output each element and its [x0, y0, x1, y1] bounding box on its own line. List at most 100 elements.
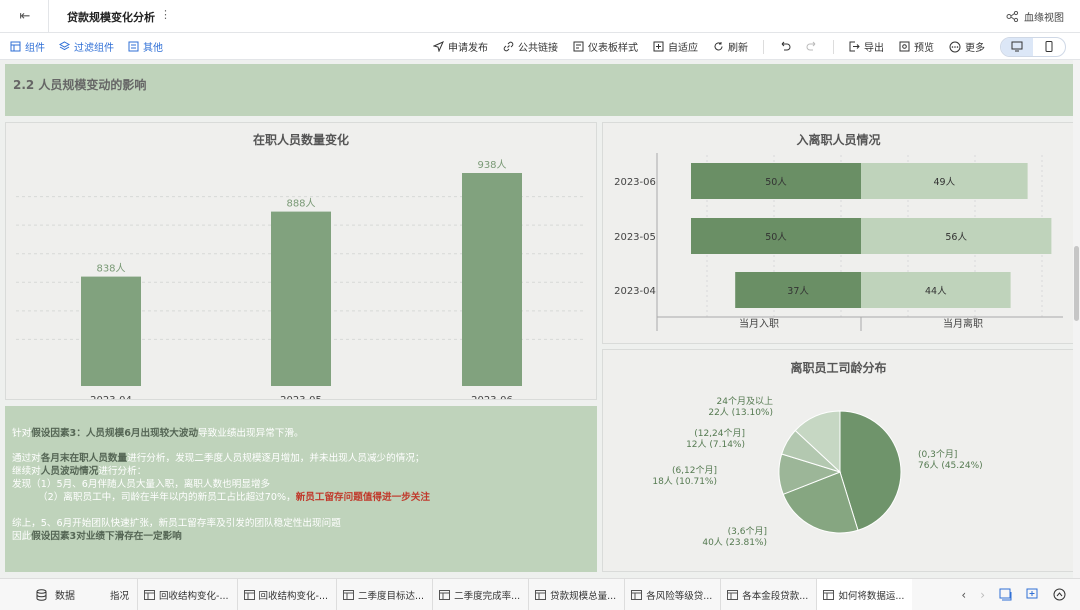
headcount-chart-card[interactable]: 在职人员数量变化 838人2023-04888人2023-05938人2023-… — [5, 122, 597, 400]
component-icon — [10, 41, 21, 52]
bar-2023-06 — [462, 173, 522, 386]
analysis-line-5: （2）离职员工中，司龄在半年以内的新员工占比超过70%，新员工留存问题值得进一步… — [38, 492, 430, 503]
dashboard-icon — [631, 589, 643, 600]
sheet-tab[interactable]: 如何将数据运... — [816, 579, 913, 610]
toolbar-divider — [833, 39, 834, 54]
public-link-button[interactable]: 公共链接 — [503, 39, 558, 54]
sheet-tab-label: 回收结构变化-... — [159, 590, 229, 602]
sheet-tabs: 指况 回收结构变化-... 回收结构变化-... 二季度目标达... 二季度完成率...… — [108, 579, 913, 610]
bar-exit-label: 56人 — [945, 232, 967, 243]
x-tick-label: 2023-06 — [471, 395, 513, 399]
series-label-entry: 当月入职 — [739, 317, 779, 330]
pie-label-value: 18人 (10.71%) — [652, 476, 717, 487]
title-menu-icon[interactable]: ⋮ — [160, 8, 171, 21]
refresh-icon — [714, 42, 723, 51]
sheet-tab[interactable]: 贷款规模总量... — [528, 579, 624, 610]
sheet-tab-label: 二季度完成率... — [454, 590, 521, 602]
other-button[interactable]: 其他 — [128, 39, 163, 54]
filter-component-button[interactable]: 过滤组件 — [59, 39, 114, 54]
preview-icon — [899, 41, 910, 52]
scrollbar-thumb[interactable] — [1074, 246, 1079, 321]
bar-entry-label: 50人 — [765, 177, 787, 188]
analysis-line-6: 综上，5、6月开始团队快速扩张，新员工留存率及引发的团队稳定性出现问题 — [12, 518, 341, 529]
sheet-tab[interactable]: 二季度目标达... — [336, 579, 432, 610]
adaptive-label: 自适应 — [668, 43, 698, 54]
bar-exit-label: 44人 — [925, 286, 947, 297]
tab-next-icon[interactable]: › — [980, 588, 985, 602]
sheet-tab-label: 贷款规模总量... — [550, 590, 617, 602]
dashboard-icon — [343, 589, 355, 600]
dashboard-title[interactable]: 贷款规模变化分析 — [67, 9, 155, 25]
redo-button[interactable] — [806, 41, 818, 52]
export-icon — [849, 41, 860, 52]
tab-prev-icon[interactable]: ‹ — [961, 588, 966, 602]
style-icon — [573, 41, 584, 52]
more-icon — [949, 41, 961, 52]
mobile-view-button[interactable] — [1033, 38, 1065, 56]
pie-label-value: 12人 (7.14%) — [686, 439, 745, 450]
tenure-chart-card[interactable]: 离职员工司龄分布 (0,3个月] 76人 (45.24%) (3,6个月] 40人 (… — [602, 349, 1075, 572]
help-icon[interactable] — [1053, 588, 1066, 601]
publish-label: 申请发布 — [448, 43, 488, 54]
lineage-view-button[interactable]: 血缘视图 — [1006, 9, 1064, 24]
undo-icon — [781, 41, 791, 51]
filter-component-icon — [59, 41, 70, 51]
pie-label-range: (0,3个月] — [918, 449, 957, 460]
link-icon — [503, 41, 514, 52]
adaptive-button[interactable]: 自适应 — [653, 39, 698, 54]
device-toggle — [1000, 36, 1066, 57]
bar-value-label: 838人 — [96, 263, 125, 275]
desktop-view-button[interactable] — [1001, 37, 1033, 56]
tenure-pie-chart: (0,3个月]76人 (45.24%) (3,6个月]40人 (23.81%) (6… — [652, 396, 983, 548]
bar-2023-04 — [81, 276, 141, 386]
undo-button[interactable] — [779, 41, 791, 52]
x-tick-label: 2023-04 — [90, 395, 132, 399]
more-button[interactable]: 更多 — [949, 39, 985, 54]
dashboard-icon — [727, 589, 739, 600]
send-icon — [433, 41, 444, 52]
data-tab[interactable]: 数据 — [36, 587, 75, 602]
bar-value-label: 938人 — [477, 159, 506, 171]
sheet-tab[interactable]: 回收结构变化-... — [236, 579, 337, 610]
headcount-bar-chart: 838人 2023-04 888人 2023-05 938人 2023-06 — [16, 159, 586, 399]
sheet-tab[interactable]: 各风险等级贷... — [624, 579, 720, 610]
pie-label-value: 76人 (45.24%) — [918, 460, 983, 471]
dashboard-icon — [439, 589, 451, 600]
inout-chart-card[interactable]: 入离职人员情况 2023-06 50人 49人 2023-05 50人 56人 2023-0… — [602, 122, 1075, 344]
dashboard-style-button[interactable]: 仪表板样式 — [573, 39, 638, 54]
analysis-text-panel: 针对假设因素3：人员规模6月出现较大波动导致业绩出现异常下滑。 通过对各月末在职… — [5, 406, 597, 572]
add-dashboard-icon[interactable] — [999, 588, 1012, 601]
x-tick-label: 2023-05 — [280, 395, 322, 399]
sheet-tab[interactable]: 回收结构变化-... — [137, 579, 237, 610]
desktop-icon — [1011, 41, 1023, 52]
toolbar-divider — [763, 39, 764, 54]
title-bar: ⇤ 贷款规模变化分析 ⋮ 血缘视图 — [0, 0, 1080, 33]
toolbar: 组件 过滤组件 其他 申请发布 公共链接 仪表板样式 自适应 刷新 导出 预览 … — [0, 33, 1080, 60]
publish-button[interactable]: 申请发布 — [433, 39, 488, 54]
component-button[interactable]: 组件 — [10, 39, 45, 54]
refresh-label: 刷新 — [728, 43, 748, 54]
export-label: 导出 — [864, 43, 884, 54]
sheet-tab[interactable]: 指况 — [108, 579, 137, 610]
preview-label: 预览 — [914, 43, 934, 54]
export-button[interactable]: 导出 — [849, 39, 884, 54]
preview-button[interactable]: 预览 — [899, 39, 934, 54]
vertical-scrollbar[interactable] — [1073, 60, 1080, 578]
back-icon[interactable]: ⇤ — [16, 8, 34, 26]
other-icon — [128, 41, 139, 52]
component-label: 组件 — [25, 43, 45, 54]
bar-entry-label: 37人 — [787, 286, 809, 297]
sheet-tab[interactable]: 各本金段贷款... — [720, 579, 816, 610]
refresh-button[interactable]: 刷新 — [713, 39, 748, 54]
sheet-tab[interactable]: 二季度完成率... — [432, 579, 528, 610]
sheet-tab-label: 二季度目标达... — [358, 590, 425, 602]
dashboard-icon — [535, 589, 547, 600]
y-tick-label: 2023-04 — [614, 286, 656, 297]
analysis-line-7: 因此假设因素3对业绩下滑存在一定影响 — [12, 531, 182, 542]
data-tab-label: 数据 — [55, 591, 75, 602]
pie-label-value: 22人 (13.10%) — [708, 407, 773, 418]
add-report-icon[interactable] — [1026, 588, 1039, 601]
y-tick-label: 2023-06 — [614, 177, 656, 188]
bar-2023-05 — [271, 211, 331, 386]
inout-bar-chart: 2023-06 50人 49人 2023-05 50人 56人 2023-04 37人 44人当… — [614, 153, 1063, 331]
